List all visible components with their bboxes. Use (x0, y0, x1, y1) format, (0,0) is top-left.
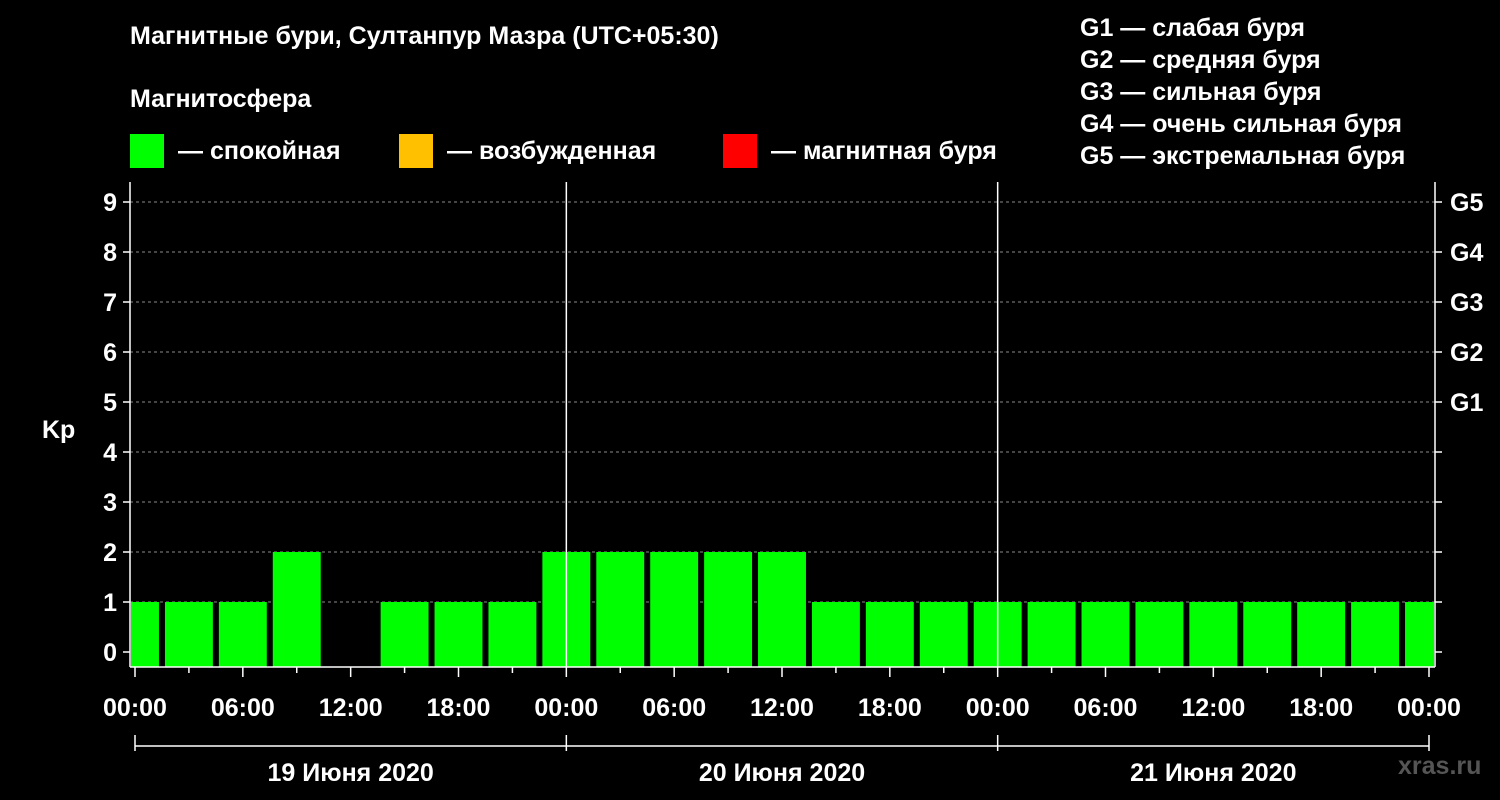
day-label: 21 Июня 2020 (1130, 759, 1296, 787)
kp-bar (272, 552, 321, 667)
bars-group (131, 552, 1434, 667)
kp-bar (1243, 602, 1292, 667)
kp-bar (1351, 602, 1400, 667)
y-tick-label: 7 (103, 289, 117, 317)
kp-bar (596, 552, 645, 667)
kp-bar (1189, 602, 1238, 667)
x-tick-label: 12:00 (1181, 694, 1245, 722)
x-tick-label: 18:00 (427, 694, 491, 722)
x-tick-label: 18:00 (858, 694, 922, 722)
kp-bar (865, 602, 914, 667)
x-tick-label: 12:00 (750, 694, 814, 722)
x-tick-label: 00:00 (103, 694, 167, 722)
y-tick-label: 6 (103, 339, 117, 367)
y-tick-label: 8 (103, 239, 117, 267)
kp-bar (380, 602, 429, 667)
y-tick-label: 1 (103, 589, 117, 617)
y-axis-label: Kp (42, 416, 75, 444)
kp-bar (131, 602, 159, 667)
x-tick-label: 06:00 (211, 694, 275, 722)
kp-bar (434, 602, 483, 667)
g-level-label: G2 (1450, 339, 1483, 367)
kp-bar (1405, 602, 1434, 667)
kp-bar (1135, 602, 1184, 667)
kp-bar (758, 552, 806, 667)
y-tick-label: 5 (103, 389, 117, 417)
kp-bar (1297, 602, 1346, 667)
g-level-label: G4 (1450, 239, 1483, 267)
x-tick-label: 06:00 (642, 694, 706, 722)
x-tick-label: 12:00 (319, 694, 383, 722)
kp-bar-chart: 0 1 2 3 4 5 6 7 8 9 G1 G2 G3 G4 G5 Kp 00:00 06:00 12:00 18:… (42, 182, 1483, 787)
y-tick-label: 2 (103, 539, 117, 567)
watermark: xras.ru (1398, 752, 1482, 780)
x-tick-label: 00:00 (534, 694, 598, 722)
x-tick-label: 18:00 (1289, 694, 1353, 722)
x-tick-label: 00:00 (1397, 694, 1461, 722)
kp-bar (1081, 602, 1130, 667)
kp-bar (488, 602, 537, 667)
y-tick-label: 0 (103, 639, 117, 667)
day-label: 20 Июня 2020 (699, 759, 865, 787)
day-label: 19 Июня 2020 (268, 759, 434, 787)
kp-bar (1027, 602, 1076, 667)
x-tick-label: 00:00 (966, 694, 1030, 722)
kp-bar (164, 602, 213, 667)
kp-bar (919, 602, 968, 667)
g-level-label: G5 (1450, 189, 1483, 217)
y-tick-label: 4 (103, 439, 117, 467)
x-tick-label: 06:00 (1074, 694, 1138, 722)
kp-bar (811, 602, 860, 667)
kp-bar (218, 602, 267, 667)
kp-bar (704, 552, 753, 667)
g-level-label: G3 (1450, 289, 1483, 317)
g-level-label: G1 (1450, 389, 1483, 417)
y-tick-label: 9 (103, 189, 117, 217)
kp-bar (650, 552, 699, 667)
y-tick-label: 3 (103, 489, 117, 517)
